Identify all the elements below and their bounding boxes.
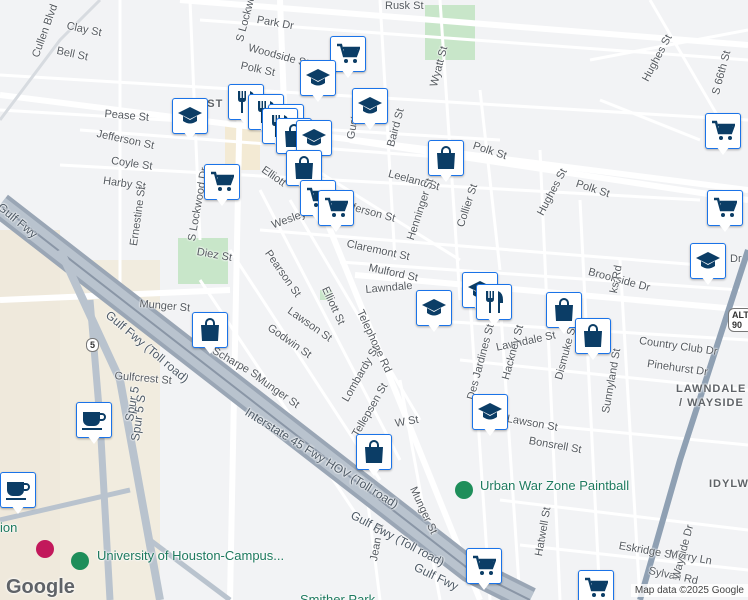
area-label: IDYLW: [709, 478, 748, 490]
shopping-cart-icon: [707, 190, 743, 226]
shopping-cart-icon: [705, 113, 741, 149]
school-icon: [352, 88, 388, 124]
map-marker[interactable]: [172, 98, 208, 142]
paintball-poi-icon[interactable]: [455, 481, 473, 499]
map-canvas[interactable]: Cullen Blvd Clay St Bell St Pease St Jeffers…: [0, 0, 748, 600]
restaurant-icon: [476, 284, 512, 320]
highway-shield: ALT 90: [728, 308, 748, 332]
shopping-cart-icon: [204, 164, 240, 200]
area-label: LAWNDALE: [676, 383, 747, 395]
map-marker[interactable]: [76, 402, 112, 446]
cafe-icon: [0, 472, 36, 508]
shopping-bag-icon: [192, 312, 228, 348]
google-logo: Google: [6, 576, 75, 598]
map-attribution[interactable]: Map data ©2025 Google: [630, 584, 748, 597]
map-marker[interactable]: [428, 140, 464, 184]
shopping-cart-icon: [318, 190, 354, 226]
map-marker[interactable]: [690, 243, 726, 287]
school-icon: [300, 60, 336, 96]
shopping-cart-icon: [578, 570, 614, 600]
poi-label: Urban War Zone Paintball: [480, 478, 630, 493]
area-label: / WAYSIDE: [679, 397, 744, 409]
campus-poi-icon[interactable]: [36, 540, 54, 558]
map-marker[interactable]: [192, 312, 228, 356]
cafe-icon: [76, 402, 112, 438]
school-icon: [472, 394, 508, 430]
map-marker[interactable]: [476, 284, 512, 328]
map-marker[interactable]: [705, 113, 741, 157]
school-icon: [172, 98, 208, 134]
shopping-bag-icon: [575, 318, 611, 354]
map-marker[interactable]: [300, 60, 336, 104]
street-label: Dr: [730, 253, 742, 265]
map-marker[interactable]: [575, 318, 611, 362]
shopping-bag-icon: [428, 140, 464, 176]
street-label: Rusk St: [385, 0, 424, 12]
map-marker[interactable]: [578, 570, 614, 600]
poi-label: Smither Park: [300, 592, 376, 600]
map-marker[interactable]: [416, 290, 452, 334]
shopping-cart-icon: [466, 548, 502, 584]
map-marker[interactable]: [707, 190, 743, 234]
highway-shield: 5: [86, 338, 100, 352]
map-marker[interactable]: [0, 472, 36, 516]
map-marker[interactable]: [352, 88, 388, 132]
shopping-bag-icon: [356, 434, 392, 470]
map-marker[interactable]: [318, 190, 354, 234]
poi-label: ion: [0, 520, 18, 535]
map-marker[interactable]: [356, 434, 392, 478]
map-marker[interactable]: [472, 394, 508, 438]
school-icon: [690, 243, 726, 279]
university-poi-icon[interactable]: [71, 552, 89, 570]
poi-label: University of Houston-Campus...: [97, 548, 285, 563]
school-icon: [416, 290, 452, 326]
map-marker[interactable]: [466, 548, 502, 592]
map-marker[interactable]: [204, 164, 240, 208]
